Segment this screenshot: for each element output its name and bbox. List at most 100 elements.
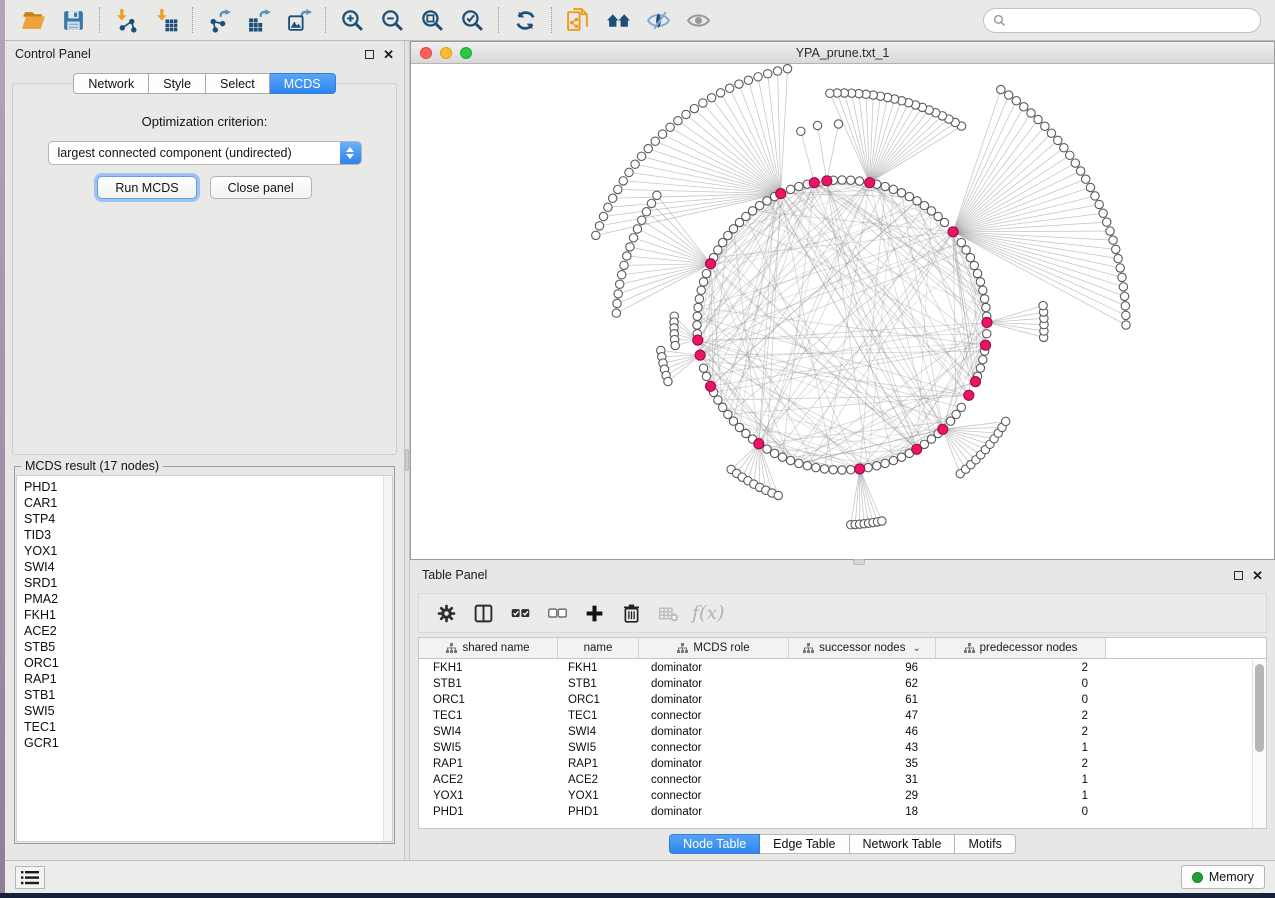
network-node[interactable] — [826, 89, 834, 97]
network-node[interactable] — [1116, 264, 1124, 272]
mcds-result-item[interactable]: PHD1 — [24, 479, 383, 495]
network-node[interactable] — [604, 203, 612, 211]
mcds-result-item[interactable]: PMA2 — [24, 591, 383, 607]
mcds-hub-node[interactable] — [982, 317, 992, 327]
result-list-scrollbar[interactable] — [383, 476, 392, 841]
network-node[interactable] — [834, 120, 842, 128]
search-input[interactable] — [1012, 13, 1251, 27]
network-node[interactable] — [997, 85, 1005, 93]
network-node[interactable] — [599, 212, 607, 220]
network-node[interactable] — [881, 182, 889, 190]
network-node[interactable] — [795, 182, 803, 190]
open-file-icon[interactable] — [16, 5, 50, 35]
network-node[interactable] — [970, 261, 978, 269]
network-node[interactable] — [1020, 103, 1028, 111]
network-node[interactable] — [1122, 321, 1130, 329]
optimization-criterion-dropdown[interactable]: largest connected component (undirected) — [48, 141, 362, 165]
mcds-result-list[interactable]: PHD1CAR1STP4TID3YOX1SWI4SRD1PMA2FKH1ACE2… — [16, 475, 393, 842]
mcds-hub-node[interactable] — [822, 176, 832, 186]
network-node[interactable] — [763, 445, 771, 453]
network-node[interactable] — [889, 456, 897, 464]
network-node[interactable] — [783, 65, 791, 73]
column-header-name[interactable]: name — [558, 638, 639, 658]
network-node[interactable] — [979, 286, 987, 294]
node-table-body[interactable]: FKH1FKH1dominator962STB1STB1dominator620… — [419, 660, 1252, 828]
save-session-icon[interactable] — [56, 5, 90, 35]
mcds-hub-node[interactable] — [776, 189, 786, 199]
hide-selected-icon[interactable] — [641, 5, 675, 35]
network-node[interactable] — [905, 192, 913, 200]
network-node[interactable] — [702, 372, 710, 380]
network-node[interactable] — [797, 127, 805, 135]
network-node[interactable] — [1121, 302, 1129, 310]
network-node[interactable] — [1103, 218, 1111, 226]
network-node[interactable] — [725, 84, 733, 92]
network-node[interactable] — [855, 177, 863, 185]
network-node[interactable] — [864, 463, 872, 471]
network-node[interactable] — [1112, 245, 1120, 253]
network-node[interactable] — [920, 201, 928, 209]
network-node[interactable] — [623, 252, 631, 260]
network-window-titlebar[interactable]: YPA_prune.txt_1 — [411, 42, 1274, 64]
network-node[interactable] — [690, 104, 698, 112]
network-node[interactable] — [763, 197, 771, 205]
network-node[interactable] — [1047, 129, 1055, 137]
select-all-icon[interactable] — [505, 598, 535, 628]
column-header-shared-name[interactable]: shared name — [419, 638, 558, 658]
zoom-fit-icon[interactable] — [415, 5, 449, 35]
network-node[interactable] — [966, 253, 974, 261]
network-node[interactable] — [658, 130, 666, 138]
network-node[interactable] — [838, 176, 846, 184]
network-node[interactable] — [674, 117, 682, 125]
network-node[interactable] — [976, 364, 984, 372]
mcds-hub-node[interactable] — [948, 227, 958, 237]
network-node[interactable] — [786, 456, 794, 464]
network-node[interactable] — [1118, 273, 1126, 281]
network-node[interactable] — [1027, 109, 1035, 117]
network-node[interactable] — [714, 396, 722, 404]
network-node[interactable] — [847, 466, 855, 474]
network-node[interactable] — [666, 123, 674, 131]
network-node[interactable] — [962, 246, 970, 254]
network-node[interactable] — [1091, 192, 1099, 200]
import-network-icon[interactable] — [109, 5, 143, 35]
network-node[interactable] — [847, 176, 855, 184]
column-header-mcds-role[interactable]: MCDS role — [639, 638, 789, 658]
first-neighbors-icon[interactable] — [601, 5, 635, 35]
network-node[interactable] — [620, 261, 628, 269]
table-row[interactable]: PHD1PHD1dominator180 — [419, 804, 1252, 820]
column-header-predecessor-nodes[interactable]: predecessor nodes — [936, 638, 1106, 658]
network-node[interactable] — [595, 222, 603, 230]
mcds-hub-node[interactable] — [855, 464, 865, 474]
network-node[interactable] — [619, 177, 627, 185]
export-network-icon[interactable] — [202, 5, 236, 35]
network-node[interactable] — [693, 312, 701, 320]
network-node[interactable] — [1114, 254, 1122, 262]
table-row[interactable]: YOX1YOX1connector291 — [419, 788, 1252, 804]
table-row[interactable]: SWI4SWI4dominator462 — [419, 724, 1252, 740]
mcds-result-item[interactable]: STP4 — [24, 511, 383, 527]
mcds-result-item[interactable]: ACE2 — [24, 623, 383, 639]
network-node[interactable] — [881, 459, 889, 467]
mcds-result-item[interactable]: STB5 — [24, 639, 383, 655]
table-row[interactable]: FKH1FKH1dominator962 — [419, 660, 1252, 676]
network-node[interactable] — [957, 403, 965, 411]
network-node[interactable] — [897, 453, 905, 461]
tab-style[interactable]: Style — [149, 73, 206, 94]
network-node[interactable] — [625, 168, 633, 176]
table-row[interactable]: TEC1TEC1connector472 — [419, 708, 1252, 724]
mcds-result-item[interactable]: GCR1 — [24, 735, 383, 751]
network-node[interactable] — [716, 89, 724, 97]
network-node[interactable] — [608, 194, 616, 202]
network-node[interactable] — [976, 278, 984, 286]
network-node[interactable] — [707, 94, 715, 102]
network-node[interactable] — [1095, 200, 1103, 208]
table-row[interactable]: SWI5SWI5connector431 — [419, 740, 1252, 756]
network-node[interactable] — [1054, 136, 1062, 144]
network-node[interactable] — [1071, 159, 1079, 167]
network-node[interactable] — [878, 517, 886, 525]
export-image-icon[interactable] — [282, 5, 316, 35]
network-node[interactable] — [913, 197, 921, 205]
network-node[interactable] — [647, 199, 655, 207]
horizontal-splitter-grip[interactable] — [853, 559, 865, 565]
